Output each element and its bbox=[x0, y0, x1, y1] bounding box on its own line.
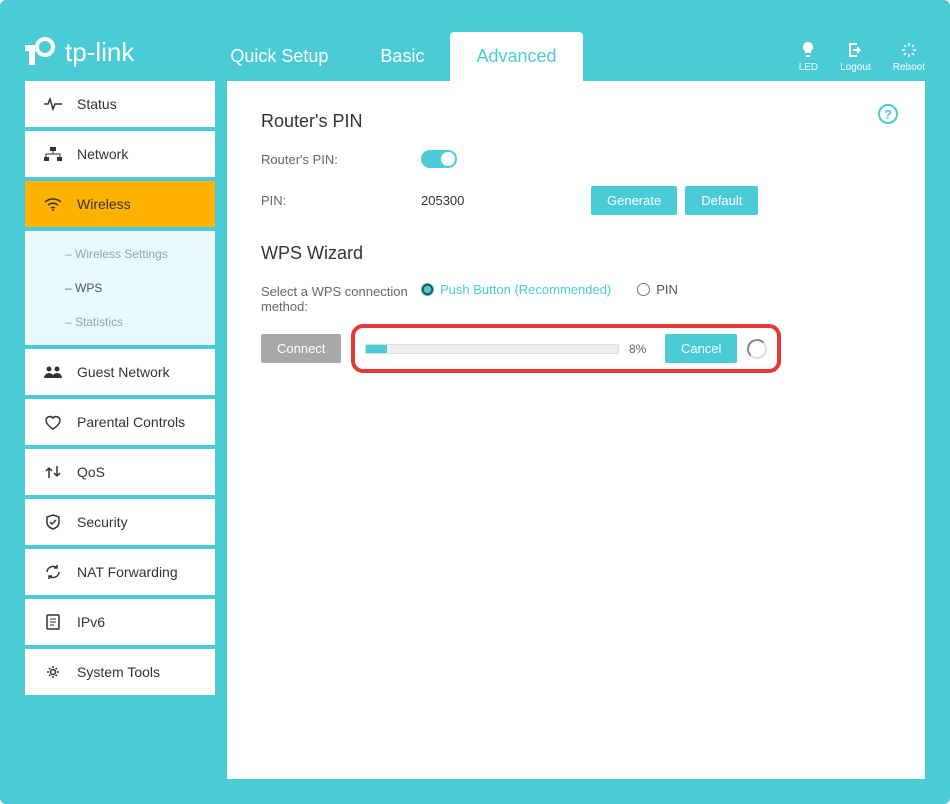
logo-icon bbox=[25, 35, 59, 69]
radio-push-button[interactable]: Push Button (Recommended) bbox=[421, 282, 611, 297]
sidebar: Status Network Wireless Wireless Setting… bbox=[25, 81, 215, 779]
content-panel: ? Router's PIN Router's PIN: PIN: 205300… bbox=[227, 81, 925, 779]
tab-basic[interactable]: Basic bbox=[354, 32, 450, 81]
wifi-icon bbox=[43, 195, 63, 213]
brand-name: tp-link bbox=[65, 37, 134, 68]
loading-spinner-icon bbox=[747, 339, 767, 359]
reboot-button[interactable]: Reboot bbox=[893, 41, 925, 73]
section-title-routers-pin: Router's PIN bbox=[261, 111, 891, 132]
section-title-wps-wizard: WPS Wizard bbox=[261, 243, 891, 264]
radio-pin[interactable]: PIN bbox=[637, 282, 678, 297]
sidebar-sub-statistics[interactable]: Statistics bbox=[25, 305, 215, 339]
connect-button[interactable]: Connect bbox=[261, 334, 341, 363]
progress-bar bbox=[365, 344, 619, 354]
sidebar-submenu-wireless: Wireless Settings WPS Statistics bbox=[25, 231, 215, 345]
sidebar-item-nat-forwarding[interactable]: NAT Forwarding bbox=[25, 549, 215, 595]
sidebar-sub-wps[interactable]: WPS bbox=[25, 271, 215, 305]
main-tabs: Quick Setup Basic Advanced bbox=[204, 32, 582, 81]
sidebar-item-security[interactable]: Security bbox=[25, 499, 215, 545]
question-icon: ? bbox=[877, 103, 899, 125]
users-icon bbox=[43, 363, 63, 381]
logout-icon bbox=[846, 41, 864, 59]
sidebar-item-guest-network[interactable]: Guest Network bbox=[25, 349, 215, 395]
sidebar-sub-wireless-settings[interactable]: Wireless Settings bbox=[25, 237, 215, 271]
pin-label: PIN: bbox=[261, 193, 421, 208]
refresh-icon bbox=[43, 563, 63, 581]
sidebar-item-qos[interactable]: QoS bbox=[25, 449, 215, 495]
lightbulb-icon bbox=[799, 41, 817, 59]
sidebar-item-parental-controls[interactable]: Parental Controls bbox=[25, 399, 215, 445]
tab-quick-setup[interactable]: Quick Setup bbox=[204, 32, 354, 81]
routers-pin-toggle[interactable] bbox=[421, 150, 457, 168]
reboot-icon bbox=[900, 41, 918, 59]
heart-shield-icon bbox=[43, 413, 63, 431]
sidebar-item-network[interactable]: Network bbox=[25, 131, 215, 177]
generate-button[interactable]: Generate bbox=[591, 186, 677, 215]
progress-fill bbox=[366, 345, 386, 353]
radio-push-button-input[interactable] bbox=[421, 283, 434, 296]
pin-value: 205300 bbox=[421, 193, 591, 208]
brand-logo: tp-link bbox=[25, 35, 134, 69]
document-icon bbox=[43, 613, 63, 631]
pulse-icon bbox=[43, 95, 63, 113]
tab-advanced[interactable]: Advanced bbox=[450, 32, 582, 81]
network-icon bbox=[43, 145, 63, 163]
radio-pin-input[interactable] bbox=[637, 283, 650, 296]
gear-icon bbox=[43, 663, 63, 681]
shield-icon bbox=[43, 513, 63, 531]
help-button[interactable]: ? bbox=[877, 103, 899, 130]
sidebar-item-wireless[interactable]: Wireless bbox=[25, 181, 215, 227]
logout-button[interactable]: Logout bbox=[840, 41, 871, 73]
led-button[interactable]: LED bbox=[799, 41, 818, 73]
routers-pin-toggle-label: Router's PIN: bbox=[261, 152, 421, 167]
sidebar-item-system-tools[interactable]: System Tools bbox=[25, 649, 215, 695]
svg-text:?: ? bbox=[884, 107, 892, 122]
sidebar-item-status[interactable]: Status bbox=[25, 81, 215, 127]
default-button[interactable]: Default bbox=[685, 186, 758, 215]
method-label: Select a WPS connection method: bbox=[261, 282, 421, 314]
progress-percent-text: 8% bbox=[629, 342, 655, 356]
cancel-button[interactable]: Cancel bbox=[665, 334, 737, 363]
arrows-icon bbox=[43, 463, 63, 481]
sidebar-item-ipv6[interactable]: IPv6 bbox=[25, 599, 215, 645]
progress-highlight: 8% Cancel bbox=[351, 324, 781, 373]
